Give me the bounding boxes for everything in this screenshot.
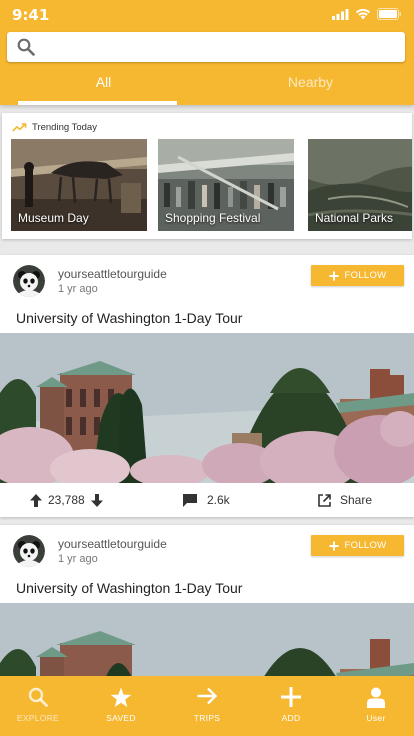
status-time: 9:41: [12, 6, 50, 24]
nav-add[interactable]: ADD: [256, 676, 326, 736]
post-timestamp: 1 yr ago: [58, 283, 98, 295]
nav-label: SAVED: [106, 713, 136, 723]
post-username[interactable]: yourseattletourguide: [58, 267, 167, 281]
share-button[interactable]: Share: [318, 493, 372, 507]
comment-count: 2.6k: [207, 493, 230, 507]
follow-label: FOLLOW: [344, 540, 387, 551]
nav-explore[interactable]: EXPLORE: [3, 676, 73, 736]
trending-card-shopping-festival[interactable]: Shopping Festival: [158, 139, 294, 231]
battery-icon: [377, 8, 401, 20]
app-bar: 9:41 All Nearby: [0, 0, 414, 105]
trending-section: Trending Today Museum Day Shopping Festi…: [2, 113, 412, 239]
trending-label: Shopping Festival: [165, 211, 261, 225]
status-icons: [332, 8, 402, 20]
post-card: yourseattletourguide 1 yr ago FOLLOW Uni…: [0, 525, 414, 676]
upvote-icon[interactable]: [30, 493, 42, 507]
comments-button[interactable]: 2.6k: [183, 493, 230, 507]
nav-saved[interactable]: SAVED: [86, 676, 156, 736]
nav-user[interactable]: User: [341, 676, 411, 736]
comment-icon: [183, 493, 197, 507]
nav-label: EXPLORE: [16, 713, 60, 723]
search-icon: [28, 687, 48, 707]
tab-indicator: [18, 101, 177, 105]
avatar[interactable]: [13, 535, 45, 567]
tab-all[interactable]: All: [0, 66, 207, 105]
arrow-right-icon: [197, 687, 218, 705]
avatar[interactable]: [13, 265, 45, 297]
bottom-nav: EXPLORE SAVED TRIPS ADD User: [0, 676, 414, 736]
follow-button[interactable]: FOLLOW: [311, 535, 404, 556]
status-bar: 9:41: [0, 0, 414, 30]
star-icon: [110, 687, 132, 707]
trending-header: Trending Today: [12, 122, 97, 133]
plus-icon: [329, 541, 339, 550]
search-input[interactable]: [47, 32, 397, 62]
follow-label: FOLLOW: [344, 270, 387, 281]
tab-nearby[interactable]: Nearby: [207, 66, 414, 105]
nav-label: User: [366, 713, 386, 723]
vote-group: 23,788: [30, 493, 103, 507]
share-label: Share: [340, 493, 373, 507]
wifi-icon: [355, 8, 371, 20]
plus-icon: [329, 271, 339, 280]
post-actions: 23,788 2.6k Share: [0, 485, 414, 517]
search-bar[interactable]: [7, 32, 405, 62]
panda-avatar-icon: [13, 265, 45, 297]
trending-card-national-parks[interactable]: National Parks: [308, 139, 412, 231]
nav-label: ADD: [281, 713, 301, 723]
post-photo[interactable]: [0, 603, 414, 676]
trending-card-museum-day[interactable]: Museum Day: [11, 139, 147, 231]
post-username[interactable]: yourseattletourguide: [58, 537, 167, 551]
campus-photo: [0, 603, 414, 676]
nav-trips[interactable]: TRIPS: [172, 676, 242, 736]
plus-icon: [281, 687, 301, 707]
post-photo[interactable]: [0, 333, 414, 483]
post-title[interactable]: University of Washington 1-Day Tour: [16, 580, 242, 596]
post-timestamp: 1 yr ago: [58, 553, 98, 565]
trending-label: Museum Day: [18, 211, 89, 225]
trending-label: National Parks: [315, 211, 394, 225]
follow-button[interactable]: FOLLOW: [311, 265, 404, 286]
campus-photo: [0, 333, 414, 483]
trending-up-icon: [12, 123, 27, 132]
nav-label: TRIPS: [193, 713, 221, 723]
user-icon: [367, 687, 385, 708]
vote-count: 23,788: [48, 493, 85, 507]
post-card: yourseattletourguide 1 yr ago FOLLOW Uni…: [0, 255, 414, 517]
search-icon: [17, 38, 35, 56]
tab-bar: All Nearby: [0, 66, 414, 105]
signal-icon: [332, 8, 349, 20]
share-icon: [318, 493, 331, 507]
post-title[interactable]: University of Washington 1-Day Tour: [16, 310, 242, 326]
trending-title: Trending Today: [32, 122, 97, 133]
downvote-icon[interactable]: [90, 493, 103, 507]
panda-avatar-icon: [13, 535, 45, 567]
